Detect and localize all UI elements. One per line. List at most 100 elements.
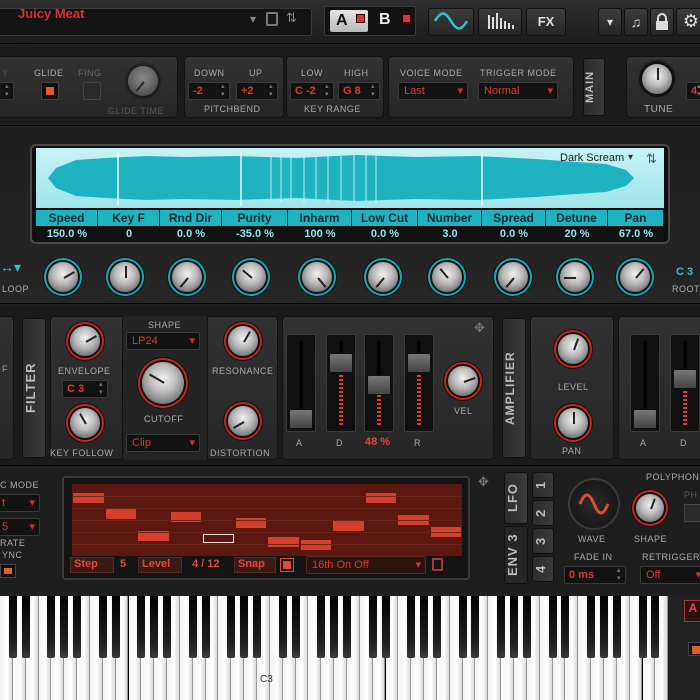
tune-spinner[interactable]: 4 — [686, 82, 700, 100]
param-number[interactable]: Number 3.0 — [418, 210, 482, 242]
rnd-dir-knob[interactable] — [172, 262, 202, 292]
sample-name[interactable]: Dark Scream — [560, 152, 624, 164]
move-icon[interactable]: ✥ — [474, 320, 485, 336]
black-key[interactable] — [510, 596, 518, 658]
b-label[interactable]: B — [379, 11, 391, 29]
preset-dropdown-icon[interactable]: ▾ — [250, 12, 256, 26]
filter-attack-fader[interactable] — [286, 334, 316, 432]
filter-release-fader[interactable] — [404, 334, 434, 432]
step-bar[interactable] — [365, 493, 396, 503]
param-low-cut[interactable]: Low Cut 0.0 % — [352, 210, 418, 242]
black-key[interactable] — [407, 596, 416, 658]
black-key[interactable] — [291, 596, 300, 658]
low-cut-knob[interactable] — [368, 262, 398, 292]
distortion-type-dropdown[interactable]: Clip — [126, 434, 200, 452]
settings-button[interactable]: ⚙ — [676, 8, 700, 36]
fing-toggle[interactable] — [83, 82, 101, 100]
step-bar[interactable] — [300, 540, 331, 550]
mod-slot-4[interactable]: 4 — [532, 556, 554, 582]
step-value[interactable]: 5 — [120, 558, 126, 570]
lfo-tab[interactable]: LFO — [504, 472, 528, 524]
snap-toggle[interactable] — [280, 558, 294, 572]
key-follow-knob[interactable] — [70, 408, 100, 438]
black-key[interactable] — [317, 596, 326, 658]
partial-spinner[interactable] — [0, 82, 14, 100]
envelope-note-spinner[interactable]: C 3 — [62, 380, 108, 398]
loop-arrows-icon[interactable]: ↔▾ — [0, 259, 21, 276]
resonance-knob[interactable] — [228, 326, 258, 356]
black-key[interactable] — [227, 596, 236, 658]
black-key[interactable] — [278, 596, 287, 658]
step-bar[interactable] — [333, 521, 364, 531]
black-key[interactable] — [240, 596, 249, 658]
step-grid[interactable] — [72, 484, 462, 556]
menu-dropdown-button[interactable]: ▾ — [598, 8, 622, 36]
sample-dropdown-icon[interactable]: ▾ — [628, 152, 633, 163]
keyboard-side-toggle[interactable] — [688, 642, 700, 656]
black-key[interactable] — [98, 596, 107, 658]
black-key[interactable] — [8, 596, 17, 658]
move-seq-icon[interactable]: ✥ — [478, 474, 489, 490]
black-key[interactable] — [47, 596, 56, 658]
param-speed[interactable]: Speed 150.0 % — [36, 210, 98, 242]
black-key[interactable] — [60, 596, 69, 658]
lfo-shape-knob[interactable] — [636, 494, 664, 522]
amp-attack-fader[interactable] — [630, 334, 660, 432]
black-key[interactable] — [381, 596, 390, 658]
trigger-mode-dropdown[interactable]: Normal — [478, 82, 558, 100]
glide-toggle[interactable] — [41, 82, 59, 100]
black-key[interactable] — [548, 596, 557, 658]
step-bar[interactable] — [268, 537, 299, 547]
purity-knob[interactable] — [236, 262, 266, 292]
mod-slot-3[interactable]: 3 — [532, 528, 554, 554]
retrigger-dropdown[interactable]: Off — [640, 566, 700, 584]
speed-knob[interactable] — [48, 262, 78, 292]
black-key[interactable] — [111, 596, 120, 658]
param-spread[interactable]: Spread 0.0 % — [482, 210, 546, 242]
tune-knob[interactable] — [642, 64, 672, 94]
black-key[interactable] — [432, 596, 441, 658]
number-knob[interactable] — [432, 262, 462, 292]
lfo-wave-button[interactable] — [568, 478, 620, 530]
amp-pan-knob[interactable] — [558, 408, 588, 438]
voice-mode-dropdown[interactable]: Last — [398, 82, 468, 100]
black-key[interactable] — [497, 596, 506, 658]
black-key[interactable] — [150, 596, 159, 658]
glide-time-knob[interactable] — [128, 66, 158, 96]
mod-slot-2[interactable]: 2 — [532, 500, 554, 526]
sort-arrows-icon[interactable]: ⇅ — [286, 10, 297, 26]
save-preset-icon[interactable] — [266, 12, 278, 26]
cutoff-knob[interactable] — [142, 362, 184, 404]
param-rnd-dir[interactable]: Rnd Dir 0.0 % — [160, 210, 222, 242]
distortion-knob[interactable] — [228, 406, 258, 436]
seq-save-icon[interactable] — [432, 558, 443, 571]
black-key[interactable] — [201, 596, 210, 658]
kr-high-spinner[interactable]: G 8 — [338, 82, 380, 100]
arp-second-dropdown[interactable]: 5 — [0, 518, 40, 536]
black-key[interactable] — [73, 596, 82, 658]
seq-pattern-dropdown[interactable]: 16th On Off — [306, 556, 426, 574]
keyboard-side-button[interactable]: A — [684, 600, 700, 622]
filter-shape-dropdown[interactable]: LP24 — [126, 332, 200, 350]
black-key[interactable] — [188, 596, 197, 658]
pb-up-spinner[interactable]: +2 — [236, 82, 278, 100]
param-inharm[interactable]: Inharm 100 % — [288, 210, 352, 242]
midi-note-button[interactable]: ♫ — [624, 8, 648, 36]
sample-sort-icon[interactable]: ⇅ — [646, 151, 657, 167]
step-bar[interactable] — [73, 493, 104, 503]
envelope-knob[interactable] — [70, 326, 100, 356]
spectrum-view-button[interactable] — [478, 8, 522, 36]
black-key[interactable] — [587, 596, 596, 658]
param-pan[interactable]: Pan 67.0 % — [608, 210, 664, 242]
waveform-view-button[interactable] — [428, 8, 474, 36]
black-key[interactable] — [599, 596, 608, 658]
black-key[interactable] — [458, 596, 467, 658]
step-bar[interactable] — [105, 509, 136, 519]
black-key[interactable] — [342, 596, 351, 658]
param-detune[interactable]: Detune 20 % — [546, 210, 608, 242]
arp-mode-dropdown[interactable]: t — [0, 494, 40, 512]
fx-button[interactable]: FX — [526, 8, 566, 36]
pb-down-spinner[interactable]: -2 — [188, 82, 230, 100]
step-bar[interactable] — [203, 534, 234, 543]
black-key[interactable] — [420, 596, 429, 658]
